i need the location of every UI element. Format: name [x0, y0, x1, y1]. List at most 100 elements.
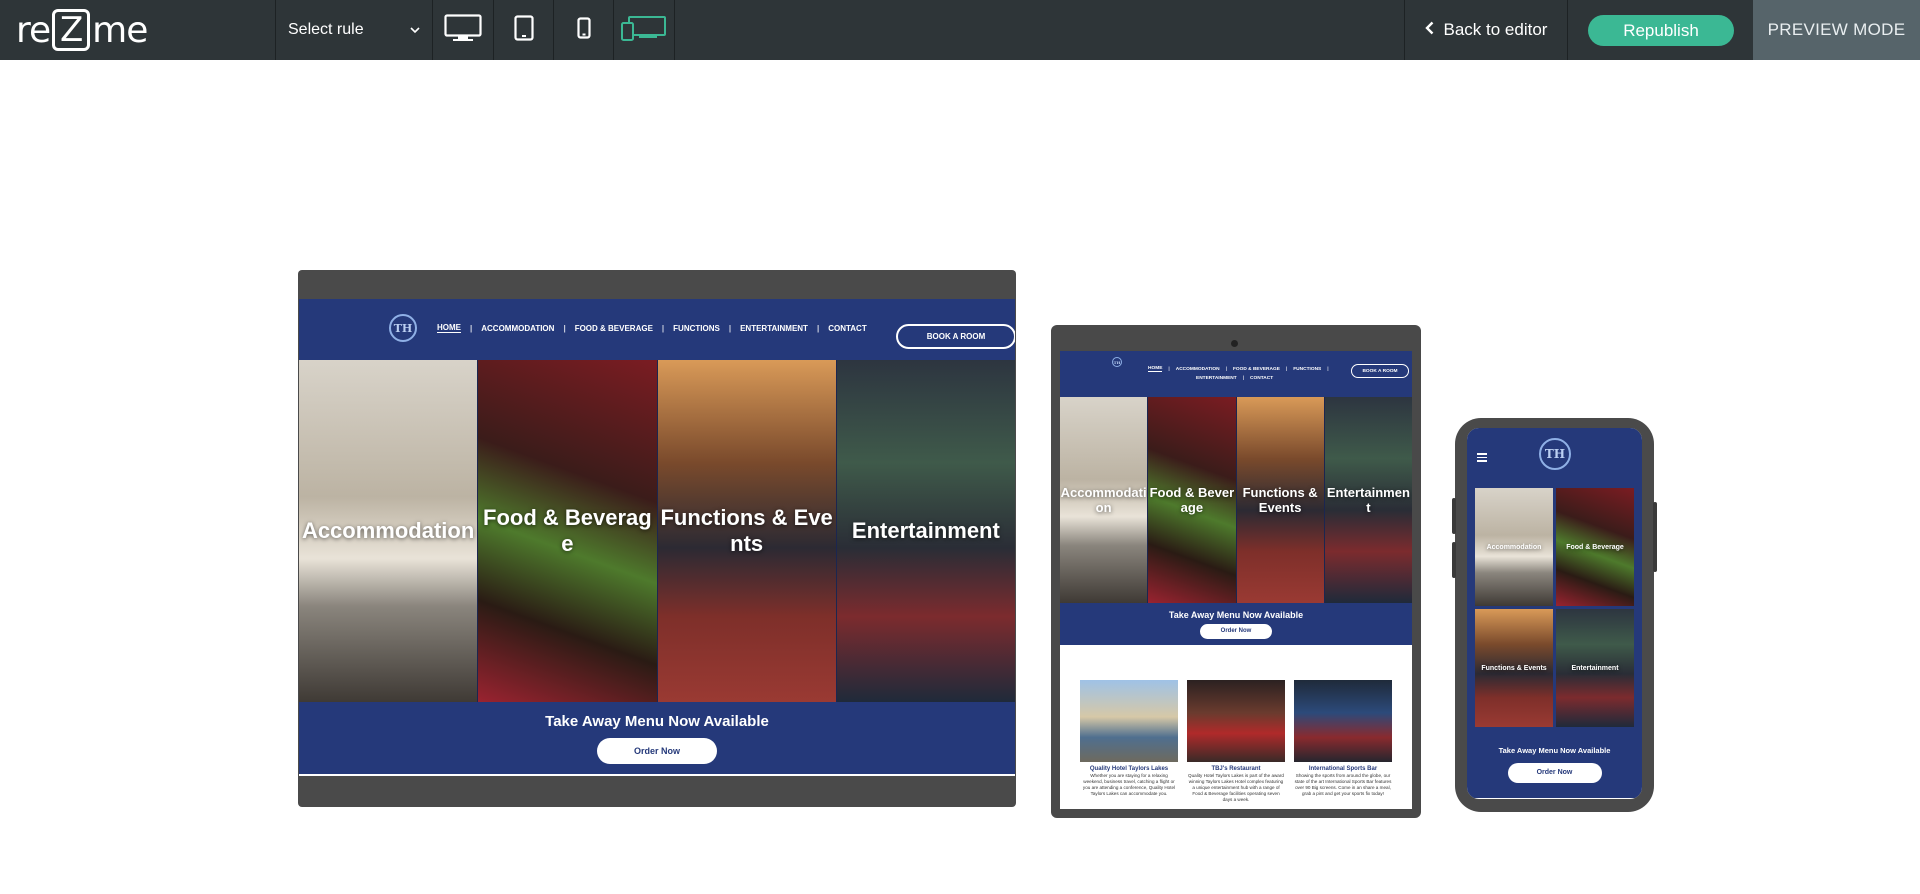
nav-entertainment[interactable]: ENTERTAINMENT [740, 324, 808, 333]
site-logo[interactable]: TH [1112, 357, 1122, 367]
site-logo[interactable]: TH [1539, 438, 1571, 470]
logo-text-pre: re [16, 9, 51, 51]
hamburger-menu-icon[interactable] [1477, 453, 1487, 462]
site-logo[interactable]: TH [389, 314, 417, 342]
tile-accommodation[interactable]: Accommodation [299, 360, 479, 702]
desktop-preview-frame: TH HOME | ACCOMMODATION | FOOD & BEVERAGE |… [298, 270, 1016, 807]
all-devices-view-button[interactable] [614, 0, 674, 60]
chevron-left-icon [1424, 20, 1434, 40]
tile-functions-events[interactable]: Functions & Events [657, 360, 837, 702]
desktop-view-button[interactable] [433, 0, 493, 60]
card-image [1187, 680, 1285, 762]
nav-contact[interactable]: CONTACT [1250, 376, 1273, 381]
desktop-preview-screen[interactable]: TH HOME | ACCOMMODATION | FOOD & BEVERAGE |… [299, 299, 1015, 776]
back-to-editor-button[interactable]: Back to editor [1405, 0, 1567, 60]
tile-entertainment[interactable]: Entertainment [1324, 397, 1412, 603]
tile-food-beverage[interactable]: Food & Beverage [1148, 397, 1237, 603]
camera-dot [1231, 340, 1238, 347]
tile-label: Functions & Events [1481, 664, 1547, 672]
site-nav: HOME | ACCOMMODATION | FOOD & BEVERAGE | FU… [1148, 366, 1329, 372]
desktop-icon [444, 13, 482, 47]
power-button [1653, 502, 1657, 572]
card-description: Whether you are staying for a relaxing w… [1082, 773, 1176, 796]
preview-mode-button[interactable]: PREVIEW MODE [1753, 0, 1920, 60]
tile-label: Entertainment [851, 518, 1000, 543]
nav-home[interactable]: HOME [1148, 366, 1163, 372]
nav-food-beverage[interactable]: FOOD & BEVERAGE [1233, 367, 1280, 372]
promo-title: Take Away Menu Now Available [545, 712, 769, 730]
site-header: TH HOME | ACCOMMODATION | FOOD & BEVERAGE |… [299, 299, 1015, 360]
tile-label: Accommodation [301, 518, 475, 543]
tile-label: Food & Beverage [1566, 543, 1624, 551]
promo-title: Take Away Menu Now Available [1168, 609, 1304, 620]
tablet-preview-screen[interactable]: TH HOME | ACCOMMODATION | FOOD & BEVERAGE |… [1060, 351, 1412, 809]
takeaway-promo: Take Away Menu Now Available Order Now [1467, 730, 1642, 798]
feature-cards: Quality Hotel Taylors Lakes Whether you … [1060, 680, 1412, 803]
nav-functions[interactable]: FUNCTIONS [1293, 367, 1321, 372]
phone-icon [576, 16, 591, 44]
site-nav: HOME | ACCOMMODATION | FOOD & BEVERAGE | FU… [437, 323, 867, 333]
card-title: International Sports Bar [1308, 766, 1378, 772]
card-image [1080, 680, 1178, 762]
promo-title: Take Away Menu Now Available [1498, 745, 1611, 755]
nav-accommodation[interactable]: ACCOMMODATION [481, 324, 554, 333]
logo-text-z: Z [52, 9, 91, 51]
nav-accommodation[interactable]: ACCOMMODATION [1176, 367, 1220, 372]
back-to-editor-label: Back to editor [1443, 20, 1548, 39]
tile-entertainment[interactable]: Entertainment [836, 360, 1015, 702]
phone-preview-screen[interactable]: TH Accommodation Food & Beverage Functio… [1467, 428, 1642, 799]
tile-label: Functions & Events [1242, 485, 1318, 515]
takeaway-promo: Take Away Menu Now Available Order Now [299, 702, 1015, 774]
tile-label: Food & Beverage [483, 505, 652, 556]
tile-accommodation[interactable]: Accommodation [1060, 397, 1149, 603]
card-title: Quality Hotel Taylors Lakes [1089, 766, 1169, 772]
tile-entertainment[interactable]: Entertainment [1556, 609, 1634, 727]
all-devices-icon [621, 15, 667, 46]
site-header: TH HOME | ACCOMMODATION | FOOD & BEVERAGE |… [1060, 351, 1412, 397]
rezme-logo[interactable]: re Zme [16, 9, 148, 51]
feature-card[interactable]: International Sports Bar Showing the spo… [1294, 680, 1392, 803]
nav-entertainment[interactable]: ENTERTAINMENT [1196, 376, 1237, 381]
nav-contact[interactable]: CONTACT [828, 324, 867, 333]
nav-functions[interactable]: FUNCTIONS [673, 324, 720, 333]
book-a-room-button[interactable]: BOOK A ROOM [896, 324, 1015, 349]
site-nav-row2: ENTERTAINMENT | CONTACT [1196, 376, 1274, 381]
tile-food-beverage[interactable]: Food & Beverage [478, 360, 658, 702]
site-header: TH [1467, 428, 1642, 484]
republish-button[interactable]: Republish [1588, 15, 1734, 46]
tile-functions-events[interactable]: Functions & Events [1475, 609, 1553, 727]
nav-food-beverage[interactable]: FOOD & BEVERAGE [575, 324, 653, 333]
divider [1567, 0, 1568, 60]
book-a-room-button[interactable]: BOOK A ROOM [1351, 364, 1409, 378]
category-tiles: Accommodation Food & Beverage Functions … [1467, 484, 1642, 730]
phone-preview-frame: TH Accommodation Food & Beverage Functio… [1452, 418, 1657, 812]
category-tiles: Accommodation Food & Beverage Functions … [299, 360, 1015, 702]
tile-label: Accommodation [1486, 543, 1542, 551]
volume-button [1452, 498, 1456, 534]
feature-card[interactable]: Quality Hotel Taylors Lakes Whether you … [1080, 680, 1178, 803]
order-now-button[interactable]: Order Now [1200, 623, 1272, 639]
tile-label: Food & Beverage [1149, 485, 1235, 515]
tablet-icon [513, 14, 534, 46]
logo-text-post: me [92, 9, 148, 51]
order-now-button[interactable]: Order Now [597, 737, 717, 764]
tablet-view-button[interactable] [494, 0, 553, 60]
tile-food-beverage[interactable]: Food & Beverage [1556, 488, 1634, 606]
phone-view-button[interactable] [554, 0, 613, 60]
tile-label: Entertainment [1326, 485, 1410, 515]
feature-card[interactable]: TBJ's Restaurant Quality Hotel Taylors L… [1187, 680, 1285, 803]
tile-label: Functions & Events [660, 505, 833, 556]
select-rule-dropdown[interactable]: Select rule [276, 0, 432, 60]
divider [674, 0, 675, 60]
volume-button [1452, 542, 1456, 578]
tile-functions-events[interactable]: Functions & Events [1236, 397, 1325, 603]
tile-accommodation[interactable]: Accommodation [1475, 488, 1553, 606]
takeaway-promo: Take Away Menu Now Available Order Now [1060, 603, 1412, 645]
order-now-button[interactable]: Order Now [1507, 762, 1602, 783]
card-description: Quality Hotel Taylors Lakes is part of t… [1188, 773, 1284, 802]
nav-home[interactable]: HOME [437, 323, 461, 333]
tile-label: Entertainment [1571, 664, 1619, 672]
category-tiles: Accommodation Food & Beverage Functions … [1060, 397, 1412, 603]
card-description: Showing the sports from around the globe… [1294, 773, 1392, 796]
card-title: TBJ's Restaurant [1211, 766, 1261, 772]
